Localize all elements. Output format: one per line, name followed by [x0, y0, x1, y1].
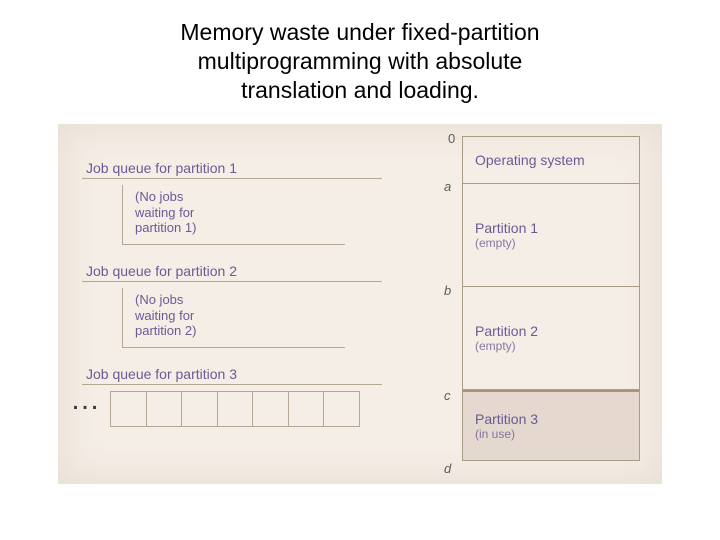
addr-0: 0	[448, 131, 455, 146]
queue-3: Job queue for partition 3 …	[82, 366, 382, 427]
segment-p3-state: (in use)	[475, 427, 639, 441]
queue-2-label: Job queue for partition 2	[82, 263, 382, 282]
segment-p3-label: Partition 3	[475, 411, 639, 427]
segment-os-label: Operating system	[475, 152, 639, 168]
queue-slot	[289, 392, 325, 426]
queue-1-label: Job queue for partition 1	[82, 160, 382, 179]
slide-title: Memory waste under fixed-partition multi…	[0, 0, 720, 114]
queue-slot	[253, 392, 289, 426]
queue-slot	[110, 392, 147, 426]
memory-column: 0 a b c d Operating system Partition 1 (…	[462, 136, 640, 469]
title-line-2: multiprogramming with absolute	[198, 48, 523, 74]
title-line-1: Memory waste under fixed-partition	[180, 19, 539, 45]
segment-p2-state: (empty)	[475, 339, 639, 353]
queue-slot	[324, 392, 360, 426]
addr-b: b	[444, 283, 451, 298]
ellipsis-icon: …	[70, 383, 104, 417]
job-queues: Job queue for partition 1 (No jobs waiti…	[82, 160, 382, 445]
figure-panel: Job queue for partition 1 (No jobs waiti…	[58, 124, 662, 484]
segment-os: Operating system	[462, 137, 640, 184]
segment-partition-2: Partition 2 (empty)	[462, 287, 640, 390]
segment-p1-label: Partition 1	[475, 220, 639, 236]
queue-2: Job queue for partition 2 (No jobs waiti…	[82, 263, 382, 348]
addr-c: c	[444, 388, 451, 403]
queue-slot	[147, 392, 183, 426]
addr-a: a	[444, 179, 451, 194]
segment-p1-state: (empty)	[475, 236, 639, 250]
queue-3-slots	[110, 391, 360, 427]
segment-p2-label: Partition 2	[475, 323, 639, 339]
segment-partition-3: Partition 3 (in use)	[462, 390, 640, 461]
queue-1-empty: (No jobs waiting for partition 1)	[122, 185, 345, 245]
queue-slot	[218, 392, 254, 426]
segment-partition-1: Partition 1 (empty)	[462, 184, 640, 287]
title-line-3: translation and loading.	[241, 77, 479, 103]
queue-slot	[182, 392, 218, 426]
queue-3-label: Job queue for partition 3	[82, 366, 382, 385]
queue-1: Job queue for partition 1 (No jobs waiti…	[82, 160, 382, 245]
addr-d: d	[444, 461, 451, 476]
queue-2-empty: (No jobs waiting for partition 2)	[122, 288, 345, 348]
